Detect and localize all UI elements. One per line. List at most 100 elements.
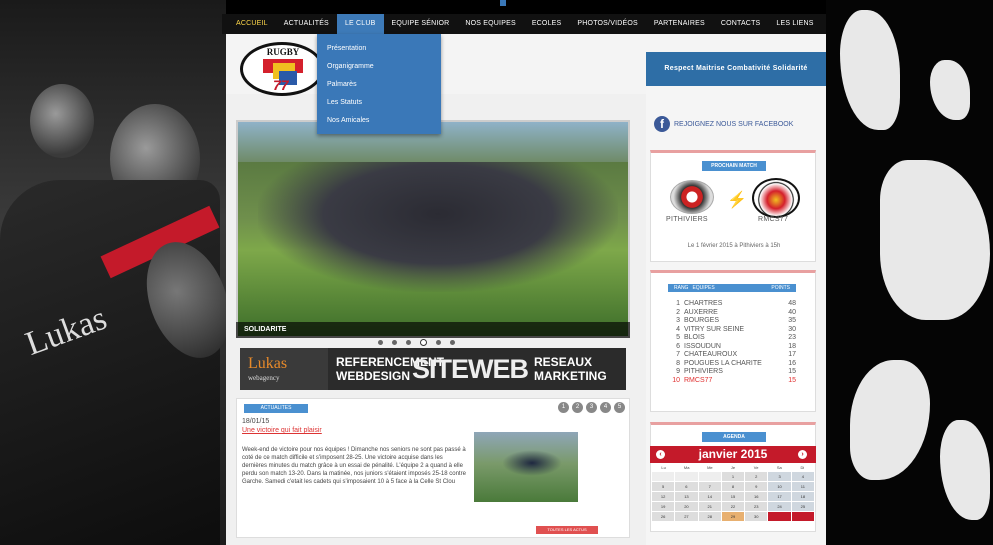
calendar-day[interactable]: 10 [768, 482, 791, 491]
calendar-day[interactable]: 15 [721, 492, 745, 501]
dropdown-item-statuts[interactable]: Les Statuts [317, 94, 441, 112]
dropdown-item-amicales[interactable]: Nos Amicales [317, 112, 441, 130]
calendar-prev-icon[interactable]: ‹ [656, 450, 665, 459]
photo-slider[interactable] [236, 120, 630, 338]
calendar-day[interactable]: 4 [791, 472, 814, 481]
all-news-button[interactable]: TOUTES LES ACTUS [536, 526, 598, 534]
calendar-day[interactable]: 17 [768, 492, 791, 501]
facebook-link-label: REJOIGNEZ NOUS SUR FACEBOOK [674, 120, 794, 128]
calendar-day [675, 472, 698, 481]
news-page-5[interactable]: 5 [614, 402, 625, 413]
dropdown-item-palmares[interactable]: Palmarès [317, 76, 441, 94]
slider-dot[interactable] [406, 340, 411, 345]
calendar-day[interactable]: 9 [745, 482, 768, 491]
calendar-day[interactable]: 16 [745, 492, 768, 501]
nav-item-photos-videos[interactable]: Photos/Vidéos [569, 14, 645, 34]
nav-item-partenaires[interactable]: Partenaires [646, 14, 713, 34]
news-title-link[interactable]: Une victoire qui fait plaisir [242, 427, 322, 434]
club-logo[interactable]: RUGBY 77 [240, 42, 324, 96]
nav-item-nos-equipes[interactable]: Nos equipes [457, 14, 523, 34]
calendar-day[interactable]: 25 [791, 502, 814, 511]
news-page-1[interactable]: 1 [558, 402, 569, 413]
news-date: 18/01/15 [242, 418, 270, 425]
team-home-name: PITHIVIERS [666, 216, 708, 223]
calendar-day [768, 512, 791, 521]
agenda-label: AGENDA [702, 432, 766, 442]
ranking-rank: 4 [676, 325, 680, 333]
slider-dot[interactable] [392, 340, 397, 345]
calendar-day[interactable]: 28 [698, 512, 721, 521]
ranking-team: VITRY SUR SEINE [684, 325, 745, 333]
news-page-4[interactable]: 4 [600, 402, 611, 413]
calendar-day[interactable]: 8 [721, 482, 745, 491]
calendar-day[interactable]: 3 [768, 472, 791, 481]
sponsor-banner[interactable]: Lukas webagency REFERENCEMENT WEBDESIGN SI… [240, 348, 626, 390]
ranking-points: 48 [788, 300, 796, 307]
banner-text-left: REFERENCEMENT WEBDESIGN [328, 355, 444, 383]
banner-logo: Lukas webagency [240, 348, 328, 390]
ranking-points: 18 [788, 342, 796, 350]
nav-item-actualites[interactable]: Actualités [276, 14, 337, 34]
calendar-day[interactable]: 29 [721, 512, 745, 521]
ranking-row: 9 PITHIVIERS 15 [672, 368, 796, 376]
ranking-points: 15 [788, 368, 796, 375]
logo-text: RUGBY [266, 47, 300, 57]
slider-dot[interactable] [378, 340, 383, 345]
calendar-day[interactable]: 6 [675, 482, 698, 491]
slider-caption: SOLIDARITE [236, 322, 630, 338]
news-page-3[interactable]: 3 [586, 402, 597, 413]
calendar-day[interactable]: 27 [675, 512, 698, 521]
nav-item-equipe-senior[interactable]: Equipe sénior [384, 14, 458, 34]
calendar-day[interactable]: 20 [675, 502, 698, 511]
calendar-weekday: Je [730, 465, 736, 470]
calendar-weekday: Di [800, 465, 805, 470]
calendar-day[interactable]: 24 [768, 502, 791, 511]
banner-text-right-2: MARKETING [534, 369, 607, 383]
news-label: ACTUALITES [244, 404, 308, 413]
facebook-link[interactable]: f REJOIGNEZ NOUS SUR FACEBOOK [654, 116, 793, 132]
calendar-day[interactable]: 1 [721, 472, 745, 481]
dropdown-item-presentation[interactable]: Présentation [317, 40, 441, 58]
nav-item-le-club[interactable]: Le club [336, 14, 384, 34]
ranking-rank: 3 [676, 317, 680, 324]
calendar-day[interactable]: 19 [652, 502, 675, 511]
news-page-2[interactable]: 2 [572, 402, 583, 413]
calendar-day[interactable]: 11 [791, 482, 814, 491]
nav-item-contacts[interactable]: Contacts [713, 14, 769, 34]
ranking-points: 15 [788, 376, 796, 384]
nav-item-les-liens[interactable]: Les liens [768, 14, 821, 34]
calendar-day[interactable]: 23 [745, 502, 768, 511]
ranking-team: POUGUES LA CHARITE [684, 359, 762, 367]
slider-dot[interactable] [436, 340, 441, 345]
slider-dot[interactable] [450, 340, 455, 345]
calendar-day[interactable]: 21 [698, 502, 721, 511]
ranking-rank: 10 [672, 376, 680, 384]
calendar-day[interactable]: 14 [698, 492, 721, 501]
ranking-team: PITHIVIERS [684, 368, 723, 375]
ranking-team: BLOIS [684, 334, 705, 341]
calendar-day[interactable]: 7 [698, 482, 721, 491]
dropdown-item-organigramme[interactable]: Organigramme [317, 58, 441, 76]
nav-item-accueil[interactable]: Accueil [228, 14, 276, 34]
calendar-day[interactable]: 18 [791, 492, 814, 501]
banner-text-right-1: RESEAUX [534, 355, 593, 369]
news-image[interactable] [474, 432, 578, 502]
calendar-day[interactable]: 12 [652, 492, 675, 501]
calendar-day[interactable]: 2 [745, 472, 768, 481]
ranking-team: CHATEAUROUX [684, 351, 738, 358]
calendar-day[interactable]: 22 [721, 502, 745, 511]
calendar-day[interactable]: 30 [745, 512, 768, 521]
calendar-grid: 1 2 3 4 5 6 7 8 9 10 11 12 13 14 15 16 17 18 19 20 21 22 23 24 2… [652, 472, 814, 521]
calendar-next-icon[interactable]: › [798, 450, 807, 459]
ranking-row: 6 ISSOUDUN 18 [672, 343, 796, 351]
slider-dot[interactable] [420, 339, 427, 346]
nav-item-ecoles[interactable]: Ecoles [524, 14, 570, 34]
calendar-day[interactable]: 26 [652, 512, 675, 521]
club-dropdown-menu: Présentation Organigramme Palmarès Les S… [317, 34, 441, 134]
ranking-points: 16 [788, 359, 796, 367]
ranking-rank: 2 [676, 308, 680, 316]
ranking-row: 8 POUGUES LA CHARITE 16 [672, 360, 796, 368]
calendar-day[interactable]: 13 [675, 492, 698, 501]
calendar-day[interactable]: 5 [652, 482, 675, 491]
player-face-back [30, 84, 94, 158]
